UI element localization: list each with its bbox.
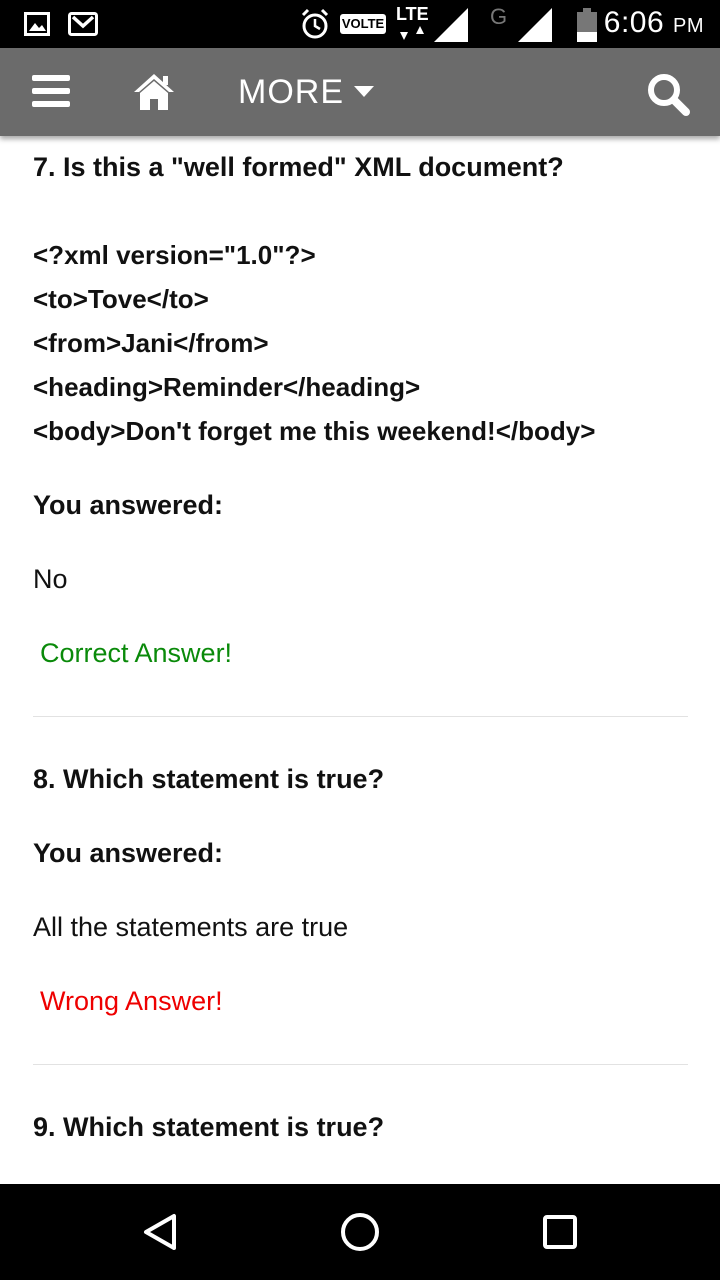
result-correct: Correct Answer! [40,638,233,668]
volte-badge: VOLTE [340,14,386,34]
caret-down-icon [354,86,374,97]
divider [33,716,688,717]
you-answered-label: You answered: [33,838,224,868]
gmail-icon [68,12,98,36]
home-circle-icon[interactable] [336,1208,384,1256]
data-arrows-icon [400,26,424,40]
image-notification-icon [24,12,50,36]
lte-label: LTE [396,4,429,24]
quiz-results: 7. Is this a "well formed" XML document?… [0,136,720,1184]
result-wrong: Wrong Answer! [40,986,223,1016]
code-line: <?xml version="1.0"?> [33,240,316,270]
code-line: <body>Don't forget me this weekend!</bod… [33,416,596,446]
code-line: <to>Tove</to> [33,284,209,314]
app-bar: MORE [0,48,720,136]
clock-time: 6:06 [603,6,665,39]
navigation-bar [0,1184,720,1280]
battery-icon [577,8,597,42]
question-title: 8. Which statement is true? [33,764,385,794]
question-title: 9. Which statement is true? [33,1112,385,1142]
answer-text: No [33,564,68,594]
recents-icon[interactable] [536,1208,584,1256]
home-icon[interactable] [132,72,176,112]
signal-icon-2 [518,8,552,42]
signal-icon [434,8,468,42]
you-answered-label: You answered: [33,490,224,520]
more-label: MORE [238,72,344,111]
clock-ampm: PM [673,15,704,37]
code-line: <heading>Reminder</heading> [33,372,421,402]
more-dropdown[interactable]: MORE [238,70,374,114]
question-title: 7. Is this a "well formed" XML document? [33,152,564,182]
search-icon[interactable] [646,72,690,116]
clock: 6:06 PM [604,6,704,40]
menu-icon[interactable] [32,75,70,107]
answer-text: All the statements are true [33,912,349,942]
back-icon[interactable] [136,1208,184,1256]
divider [33,1064,688,1065]
g-label: G [490,4,508,29]
status-bar: VOLTE LTE G 6:06 PM [0,0,720,48]
code-line: <from>Jani</from> [33,328,269,358]
alarm-icon [301,8,329,39]
